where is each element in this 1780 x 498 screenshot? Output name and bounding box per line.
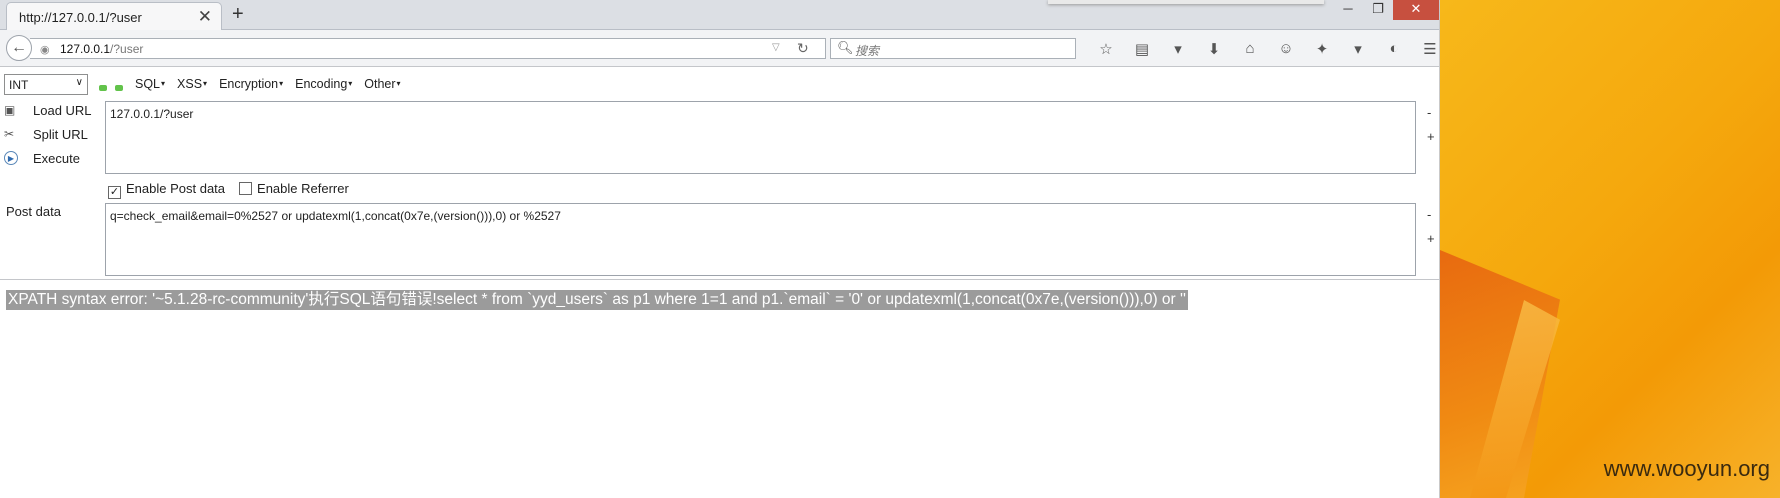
url-path: /?user bbox=[110, 42, 144, 56]
window-controls: ─ ❐ ✕ bbox=[1333, 0, 1439, 20]
scissors-icon: ✂ bbox=[4, 127, 15, 141]
page-output-text: XPATH syntax error: '~5.1.28-rc-communit… bbox=[6, 290, 1188, 310]
site-info-icon[interactable]: ◉ bbox=[40, 43, 50, 56]
hackbar-toggles bbox=[99, 80, 131, 94]
divider bbox=[0, 279, 1440, 280]
grow-url-box-button[interactable]: + bbox=[1427, 129, 1435, 144]
search-icon: 🔍︎ bbox=[837, 40, 854, 55]
reload-icon[interactable]: ↻ bbox=[797, 40, 809, 57]
search-input[interactable]: 🔍︎ 搜索 bbox=[830, 38, 1076, 59]
enable-referrer-label: Enable Referrer bbox=[257, 181, 349, 196]
hackbar-menu-items: SQL XSS Encryption Encoding Other bbox=[135, 77, 401, 91]
load-url-label: Load URL bbox=[33, 103, 92, 118]
hackbar-menu: INT ∨ SQL XSS Encryption Encoding Other bbox=[0, 72, 1440, 96]
post-data-textarea[interactable]: q=check_email&email=0%2527 or updatexml(… bbox=[105, 203, 1416, 276]
browser-window: http://127.0.0.1/?user ✕ + ─ ❐ ✕ 127.0.0… bbox=[0, 0, 1440, 498]
menu-encoding[interactable]: Encoding bbox=[295, 77, 352, 91]
enable-post-label: Enable Post data bbox=[126, 181, 226, 196]
address-bar[interactable]: 127.0.0.1/?user bbox=[30, 38, 826, 59]
overlapping-window-edge bbox=[1048, 0, 1324, 4]
menu-encryption[interactable]: Encryption bbox=[219, 77, 283, 91]
decrease-icon[interactable] bbox=[99, 85, 107, 91]
desktop-wallpaper: www.wooyun.org bbox=[1440, 0, 1780, 498]
load-url-icon: ▣ bbox=[4, 103, 16, 117]
chat-icon[interactable]: ☺ bbox=[1268, 40, 1304, 58]
menu-sql[interactable]: SQL bbox=[135, 77, 165, 91]
encoding-select[interactable]: INT ∨ bbox=[4, 74, 88, 95]
home-icon[interactable]: ⌂ bbox=[1232, 40, 1268, 58]
url-textarea[interactable]: 127.0.0.1/?user bbox=[105, 101, 1416, 174]
tab-bar: http://127.0.0.1/?user ✕ + ─ ❐ ✕ bbox=[0, 0, 1439, 31]
tab-active[interactable]: http://127.0.0.1/?user ✕ bbox=[6, 2, 222, 31]
encoding-select-value: INT bbox=[9, 78, 29, 92]
enable-post-option[interactable]: ✓ Enable Post data bbox=[108, 181, 225, 199]
addon-icon[interactable]: ◐ bbox=[1376, 40, 1412, 58]
maximize-button[interactable]: ❐ bbox=[1363, 0, 1393, 20]
enable-post-checkbox[interactable]: ✓ bbox=[108, 186, 121, 199]
chevron-down-icon: ∨ bbox=[75, 77, 83, 88]
tab-title: http://127.0.0.1/?user bbox=[19, 10, 142, 25]
url-host: 127.0.0.1 bbox=[60, 42, 111, 56]
toolbar-icons: ☆ ▤ ▾ ⬇ ⌂ ☺ ✦ ▾ ◐ ☰ bbox=[1088, 40, 1448, 58]
menu-xss[interactable]: XSS bbox=[177, 77, 207, 91]
close-window-button[interactable]: ✕ bbox=[1393, 0, 1439, 20]
close-tab-icon[interactable]: ✕ bbox=[198, 7, 212, 27]
shrink-post-box-button[interactable]: - bbox=[1427, 207, 1431, 222]
back-button[interactable]: ← bbox=[6, 35, 32, 61]
minimize-button[interactable]: ─ bbox=[1333, 0, 1363, 20]
enable-referrer-checkbox[interactable] bbox=[239, 182, 253, 195]
watermark: www.wooyun.org bbox=[1603, 456, 1770, 481]
reading-list-icon[interactable]: ▤ bbox=[1124, 40, 1160, 58]
post-data-label: Post data bbox=[6, 204, 61, 219]
download-icon[interactable]: ⬇ bbox=[1196, 40, 1232, 58]
shrink-url-box-button[interactable]: - bbox=[1427, 105, 1431, 120]
search-placeholder: 搜索 bbox=[855, 44, 880, 58]
grow-post-box-button[interactable]: + bbox=[1427, 231, 1435, 246]
menu-other[interactable]: Other bbox=[364, 77, 400, 91]
execute-label: Execute bbox=[33, 151, 80, 166]
pocket-icon[interactable]: ▾ bbox=[1160, 40, 1196, 58]
back-arrow-icon: ← bbox=[11, 39, 27, 56]
new-tab-button[interactable]: + bbox=[232, 3, 244, 26]
url-history-dropdown-icon[interactable]: ▽ bbox=[772, 42, 780, 53]
extension-icon[interactable]: ✦ bbox=[1304, 40, 1340, 58]
enable-referrer-option[interactable]: Enable Referrer bbox=[239, 181, 349, 199]
nav-bar: 127.0.0.1/?user ← ◉ ▽ ↻ 🔍︎ 搜索 ☆ ▤ ▾ ⬇ ⌂ … bbox=[0, 30, 1439, 67]
extension-dropdown-icon[interactable]: ▾ bbox=[1340, 40, 1376, 58]
play-icon: ▶ bbox=[4, 151, 18, 165]
menu-icon[interactable]: ☰ bbox=[1412, 40, 1448, 58]
bookmark-star-icon[interactable]: ☆ bbox=[1088, 40, 1124, 58]
increase-icon[interactable] bbox=[115, 85, 123, 91]
split-url-label: Split URL bbox=[33, 127, 88, 142]
hackbar-options: ✓ Enable Post data Enable Referrer bbox=[108, 181, 349, 199]
